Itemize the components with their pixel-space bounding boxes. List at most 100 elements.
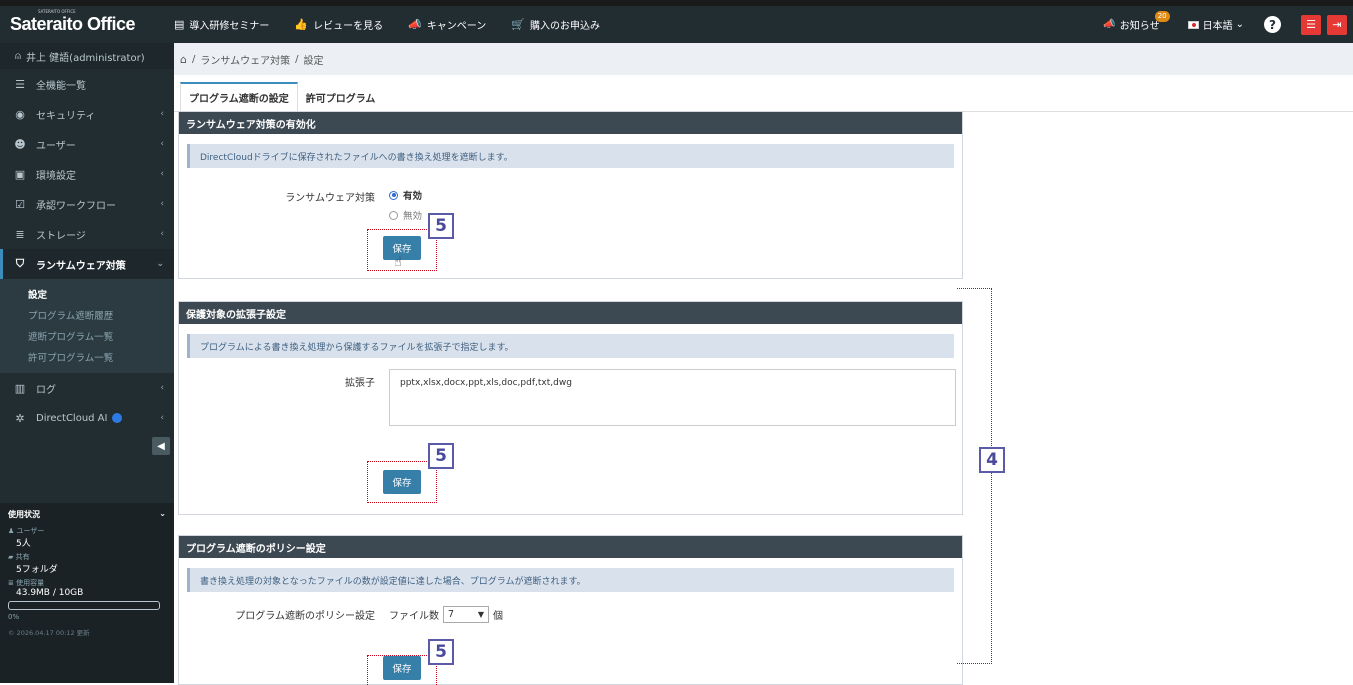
main-content: ⌂ / ランサムウェア対策 / 設定 プログラム遮断の設定 許可プログラム ラン… [174, 43, 1353, 685]
usage-panel: 使用状況 ⌄ ♟ ユーザー 5人 ▰ 共有 5フォルダ ≣ 使用容量 43.9M… [0, 503, 174, 683]
sidebar-item-label: セキュリティ [36, 110, 96, 122]
top-right-menu: 📣 お知らせ 20 日本語 ⌄ ? ☰ ⇥ [1103, 6, 1353, 43]
home-icon[interactable]: ⌂ [180, 53, 187, 66]
sidebar-item-storage[interactable]: ≣ ストレージ ‹ [0, 219, 174, 249]
usage-capacity-value: 43.9MB / 10GB [16, 588, 84, 598]
collapse-sidebar-button[interactable]: ◀ [152, 437, 170, 455]
callout-marker: 4 [979, 447, 1005, 473]
sidebar-item-all-features[interactable]: ☰ 全機能一覧 [0, 69, 174, 99]
menu-button[interactable]: ☰ [1301, 14, 1321, 35]
tab-block-settings[interactable]: プログラム遮断の設定 [180, 82, 298, 112]
check-icon: ☑ [15, 197, 25, 211]
usage-progress-bar [8, 601, 160, 610]
usage-percent: 0% [8, 613, 20, 621]
sidebar-item-label: 全機能一覧 [36, 80, 86, 92]
help-icon: ? [1264, 16, 1281, 33]
user-icon: ⍝ [15, 50, 21, 62]
sidebar-item-workflow[interactable]: ☑ 承認ワークフロー ‹ [0, 189, 174, 219]
info-message: DirectCloudドライブに保存されたファイルへの書き換え処理を遮断します。 [187, 144, 954, 168]
shield-icon: ⛉ [15, 257, 25, 270]
settings-icon: ▣ [14, 167, 26, 181]
chevron-down-icon: ⌄ [156, 259, 164, 269]
storage-icon: ≣ [15, 227, 25, 241]
usage-shared-label: ▰ 共有 [8, 553, 30, 561]
cart-icon: 🛒 [511, 18, 526, 31]
chevron-down-icon: ⌄ [159, 509, 166, 518]
panel-title: ランサムウェア対策の有効化 [179, 112, 962, 134]
panel-title: 保護対象の拡張子設定 [179, 302, 962, 324]
chevron-left-icon: ‹ [160, 109, 164, 119]
radio-disabled[interactable]: 無効 [389, 208, 422, 222]
usage-updated: © 2026.04.17 00:12 更新 [8, 629, 90, 637]
breadcrumb-separator: / [191, 53, 196, 65]
sidebar-item-label: DirectCloud AI [36, 412, 108, 424]
sidebar-subitem-block-history[interactable]: プログラム遮断履歴 [0, 304, 174, 325]
nav-purchase-label: 購入のお申込み [530, 21, 601, 32]
sidebar-user[interactable]: ⍝ 井上 健語(administrator) [0, 43, 174, 69]
file-count-select[interactable]: 7 ▼ [443, 606, 489, 623]
nav-purchase[interactable]: 🛒 購入のお申込み [511, 17, 600, 32]
usage-users-label: ♟ ユーザー [8, 527, 45, 535]
radio-button-checked[interactable] [389, 190, 398, 200]
notification-count-badge: 20 [1154, 11, 1170, 22]
japan-flag-icon [1187, 20, 1199, 29]
chevron-down-icon: ⌄ [1235, 19, 1244, 30]
radio-label: 無効 [403, 211, 423, 222]
notifications-button[interactable]: 📣 お知らせ 20 [1103, 11, 1170, 32]
sidebar-subitem-allowed-list[interactable]: 許可プログラム一覧 [0, 346, 174, 367]
notifications-label: お知らせ [1119, 21, 1160, 32]
sidebar-item-ransomware[interactable]: ⛉ ランサムウェア対策 ⌄ [0, 249, 174, 279]
sidebar-item-log[interactable]: ▥ ログ ‹ [0, 373, 174, 403]
chevron-left-icon: ‹ [160, 413, 164, 423]
form-label: ランサムウェア対策 [285, 193, 375, 204]
sidebar-item-directcloud-ai[interactable]: ✲ DirectCloud AI ‹ [0, 403, 174, 433]
tab-bar: プログラム遮断の設定 許可プログラム [174, 82, 1353, 112]
usage-users-label-text: ユーザー [16, 527, 45, 535]
bracket-line [957, 288, 992, 664]
radio-button[interactable] [389, 210, 398, 220]
chevron-left-icon: ‹ [160, 139, 164, 149]
nav-campaign[interactable]: 📣 キャンペーン [408, 17, 486, 32]
breadcrumb-current: 設定 [303, 55, 324, 67]
file-count-suffix: 個 [493, 611, 503, 622]
info-message: プログラムによる書き換え処理から保護するファイルを拡張子で指定します。 [187, 334, 954, 358]
nav-campaign-label: キャンペーン [426, 21, 487, 32]
radio-enabled[interactable]: 有効 [389, 188, 422, 202]
new-badge-icon [112, 412, 123, 423]
list-icon: ☰ [15, 77, 25, 91]
panel-title: プログラム遮断のポリシー設定 [179, 536, 962, 558]
panel-enable-protection: ランサムウェア対策の有効化 DirectCloudドライブに保存されたファイルへ… [178, 111, 963, 279]
sidebar-item-users[interactable]: ☻ ユーザー ‹ [0, 129, 174, 159]
language-select[interactable]: 日本語 ⌄ [1187, 17, 1244, 32]
sidebar-subitem-settings[interactable]: 設定 [0, 283, 174, 304]
help-button[interactable]: ? [1264, 16, 1281, 33]
sidebar-item-environment[interactable]: ▣ 環境設定 ‹ [0, 159, 174, 189]
sidebar-item-label: ランサムウェア対策 [36, 260, 126, 272]
usage-title-row[interactable]: 使用状況 ⌄ [8, 509, 166, 520]
chevron-left-icon: ‹ [160, 229, 164, 239]
sidebar-item-security[interactable]: ◉ セキュリティ ‹ [0, 99, 174, 129]
panel-block-policy: プログラム遮断のポリシー設定 書き換え処理の対象となったファイルの数が設定値に達… [178, 535, 963, 685]
form-label: 拡張子 [345, 378, 375, 389]
usage-title: 使用状況 [8, 510, 40, 519]
breadcrumb-ransomware[interactable]: ランサムウェア対策 [200, 52, 290, 67]
nav-review[interactable]: 👍 レビューを見る [294, 17, 383, 32]
user-circle-icon: ☻ [14, 137, 26, 151]
form-row-extensions: 拡張子 pptx,xlsx,docx,ppt,xls,doc,pdf,txt,d… [179, 369, 962, 426]
usage-shared-value: 5フォルダ [16, 565, 58, 575]
logo[interactable]: SATERAITO OFFICE Sateraito Office [0, 6, 174, 43]
language-label: 日本語 [1202, 21, 1233, 32]
callout-marker: 5 [428, 443, 454, 469]
book-icon: ▤ [174, 18, 185, 31]
radio-group: 有効 無効 [389, 188, 422, 228]
nav-seminar[interactable]: ▤ 導入研修セミナー [174, 17, 269, 32]
tab-allowed-programs[interactable]: 許可プログラム [298, 84, 384, 111]
sidebar-item-label: ログ [36, 384, 56, 396]
sidebar-submenu: 設定 プログラム遮断履歴 遮断プログラム一覧 許可プログラム一覧 [0, 279, 174, 373]
logout-button[interactable]: ⇥ [1327, 14, 1347, 35]
radio-label: 有効 [403, 191, 423, 202]
breadcrumb: ⌂ / ランサムウェア対策 / 設定 [174, 43, 1353, 75]
sidebar-subitem-blocked-list[interactable]: 遮断プログラム一覧 [0, 325, 174, 346]
extensions-textarea[interactable]: pptx,xlsx,docx,ppt,xls,doc,pdf,txt,dwg [389, 369, 956, 426]
sidebar-collapse-area: ◀ [0, 433, 174, 459]
